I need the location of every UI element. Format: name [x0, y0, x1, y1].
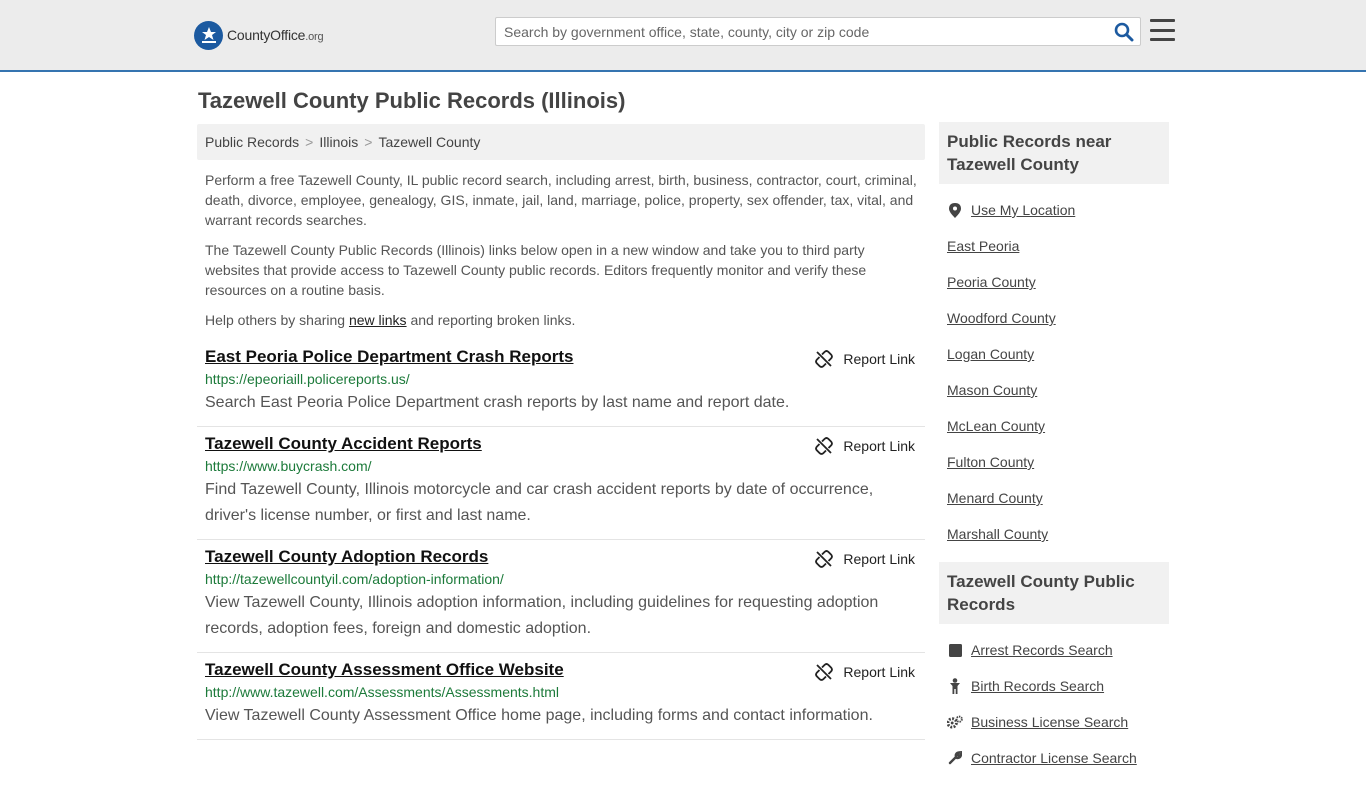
- gears-icon: [947, 715, 963, 729]
- birth-records-search-link[interactable]: Birth Records Search: [971, 678, 1104, 694]
- breadcrumb-separator: >: [364, 134, 373, 150]
- record-description: View Tazewell County Assessment Office h…: [205, 707, 873, 724]
- near-item: Marshall County: [947, 516, 1169, 552]
- search-icon[interactable]: [1114, 22, 1134, 42]
- site-header: CountyOffice.org: [0, 0, 1366, 72]
- report-link-label: Report Link: [843, 351, 915, 367]
- intro-paragraph-1: Perform a free Tazewell County, IL publi…: [205, 172, 917, 228]
- broken-link-icon: [815, 350, 834, 368]
- breadcrumb-illinois[interactable]: Illinois: [319, 134, 358, 150]
- report-link-label: Report Link: [843, 664, 915, 680]
- broken-link-icon: [815, 437, 834, 455]
- near-item: East Peoria: [947, 228, 1169, 264]
- report-link-label: Report Link: [843, 551, 915, 567]
- intro-text: Perform a free Tazewell County, IL publi…: [197, 160, 925, 330]
- county-records-list: Arrest Records Search Birth Records Sear…: [939, 624, 1169, 786]
- report-link-button[interactable]: Report Link: [815, 437, 915, 455]
- near-item: Fulton County: [947, 444, 1169, 480]
- records-item: Birth Records Search: [947, 668, 1169, 704]
- wrench-icon: [947, 751, 963, 765]
- near-link-east-peoria[interactable]: East Peoria: [947, 238, 1019, 254]
- records-item: Business License Search: [947, 704, 1169, 740]
- report-link-button[interactable]: Report Link: [815, 350, 915, 368]
- near-link-peoria-county[interactable]: Peoria County: [947, 274, 1036, 290]
- record-description: Search East Peoria Police Department cra…: [205, 394, 790, 411]
- square-icon: [947, 643, 963, 657]
- record-description: View Tazewell County, Illinois adoption …: [205, 594, 879, 637]
- near-link-marshall-county[interactable]: Marshall County: [947, 526, 1048, 542]
- record-title-link[interactable]: Tazewell County Assessment Office Websit…: [205, 659, 564, 681]
- record-item: East Peoria Police Department Crash Repo…: [197, 340, 925, 427]
- record-item: Tazewell County Accident Reports Report …: [197, 427, 925, 540]
- record-item: Tazewell County Adoption Records Report …: [197, 540, 925, 653]
- intro-paragraph-2: The Tazewell County Public Records (Illi…: [205, 242, 867, 298]
- business-license-search-link[interactable]: Business License Search: [971, 714, 1128, 730]
- search-input[interactable]: [496, 18, 1096, 45]
- record-title-link[interactable]: East Peoria Police Department Crash Repo…: [205, 346, 573, 368]
- record-url[interactable]: https://epeoriaill.policereports.us/: [205, 370, 917, 388]
- site-logo[interactable]: CountyOffice.org: [194, 20, 324, 50]
- report-link-button[interactable]: Report Link: [815, 550, 915, 568]
- new-links-link[interactable]: new links: [349, 312, 407, 328]
- near-item: Peoria County: [947, 264, 1169, 300]
- near-records-heading: Public Records near Tazewell County: [939, 122, 1169, 184]
- record-title-link[interactable]: Tazewell County Adoption Records: [205, 546, 488, 568]
- child-icon: [947, 678, 963, 694]
- main-content: Public Records > Illinois > Tazewell County …: [197, 124, 925, 740]
- breadcrumb-separator: >: [305, 134, 314, 150]
- report-link-label: Report Link: [843, 438, 915, 454]
- logo-text: CountyOffice.org: [227, 27, 324, 43]
- near-item: Menard County: [947, 480, 1169, 516]
- breadcrumb-public-records[interactable]: Public Records: [205, 134, 299, 150]
- county-records-heading: Tazewell County Public Records: [939, 562, 1169, 624]
- sidebar: Public Records near Tazewell County Use …: [939, 122, 1169, 786]
- near-link-logan-county[interactable]: Logan County: [947, 346, 1034, 362]
- record-title-link[interactable]: Tazewell County Accident Reports: [205, 433, 482, 455]
- near-link-menard-county[interactable]: Menard County: [947, 490, 1043, 506]
- logo-badge-icon: [194, 20, 223, 50]
- contractor-license-search-link[interactable]: Contractor License Search: [971, 750, 1137, 766]
- breadcrumb-tazewell-county[interactable]: Tazewell County: [378, 134, 480, 150]
- near-link-fulton-county[interactable]: Fulton County: [947, 454, 1034, 470]
- menu-icon[interactable]: [1150, 19, 1175, 41]
- report-link-button[interactable]: Report Link: [815, 663, 915, 681]
- arrest-records-search-link[interactable]: Arrest Records Search: [971, 642, 1113, 658]
- map-pin-icon: [947, 202, 963, 218]
- record-url[interactable]: https://www.buycrash.com/: [205, 457, 917, 475]
- record-description: Find Tazewell County, Illinois motorcycl…: [205, 481, 874, 524]
- broken-link-icon: [815, 663, 834, 681]
- use-my-location-item: Use My Location: [947, 192, 1169, 228]
- record-url[interactable]: http://www.tazewell.com/Assessments/Asse…: [205, 683, 917, 701]
- search-box: [495, 17, 1141, 46]
- near-item: McLean County: [947, 408, 1169, 444]
- record-url[interactable]: http://tazewellcountyil.com/adoption-inf…: [205, 570, 917, 588]
- records-item: Contractor License Search: [947, 740, 1169, 776]
- record-item: Tazewell County Assessment Office Websit…: [197, 653, 925, 740]
- intro-paragraph-3: Help others by sharing new links and rep…: [205, 312, 576, 328]
- near-item: Mason County: [947, 372, 1169, 408]
- use-my-location-link[interactable]: Use My Location: [971, 202, 1075, 218]
- near-item: Woodford County: [947, 300, 1169, 336]
- near-link-mason-county[interactable]: Mason County: [947, 382, 1037, 398]
- near-records-list: Use My Location East Peoria Peoria Count…: [939, 184, 1169, 562]
- near-link-mclean-county[interactable]: McLean County: [947, 418, 1045, 434]
- records-item: Arrest Records Search: [947, 632, 1169, 668]
- near-item: Logan County: [947, 336, 1169, 372]
- breadcrumb: Public Records > Illinois > Tazewell County: [197, 124, 925, 160]
- broken-link-icon: [815, 550, 834, 568]
- near-link-woodford-county[interactable]: Woodford County: [947, 310, 1056, 326]
- page-title: Tazewell County Public Records (Illinois…: [198, 88, 626, 113]
